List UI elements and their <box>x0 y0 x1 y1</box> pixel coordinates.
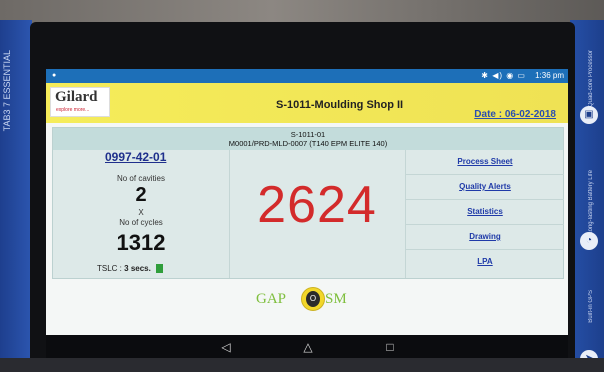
tslc-indicator: TSLC : 3 secs. <box>97 264 164 274</box>
processor-icon: ▣ <box>580 106 598 124</box>
quality-alerts-link[interactable]: Quality Alerts <box>406 175 564 200</box>
page-title: S-1011-Moulding Shop II <box>276 99 404 111</box>
logo-name: Gilard <box>55 89 98 105</box>
status-bar: ● ✱ ◀) ◉ ▭ 1:36 pm <box>46 69 568 83</box>
multiply-sign: X <box>138 208 144 217</box>
total-shot-counter: 2624 <box>257 176 377 234</box>
android-nav-bar: ◁ △ □ <box>46 335 568 359</box>
cavities-value: 2 <box>135 184 147 206</box>
app-screen: ● ✱ ◀) ◉ ▭ 1:36 pm Gilard explore more..… <box>46 69 568 335</box>
tablet-case-right: Quad-core Processor ▣ Long-lasting Batte… <box>570 20 604 372</box>
background-bottom <box>0 358 604 372</box>
back-icon[interactable]: ◁ <box>218 339 234 355</box>
dashboard-panel: S-1011-01 M0001/PRD-MLD-0007 (T140 EPM E… <box>52 127 564 279</box>
tslc-label: TSLC : <box>97 264 122 273</box>
mould-description: M0001/PRD-MLD-0007 (T140 EPM ELITE 140) <box>228 139 388 148</box>
logo-tagline: explore more... <box>56 107 90 113</box>
recents-icon[interactable]: □ <box>382 339 398 355</box>
battery-icon: ◔ <box>580 232 598 250</box>
cycles-value: 1312 <box>116 230 166 255</box>
cavities-label: No of cavities <box>116 174 166 183</box>
tablet-case-left: TAB3 7 ESSENTIAL <box>0 20 32 372</box>
status-ok-icon <box>156 264 164 274</box>
gaposm-logo: GAP O SM <box>256 287 366 313</box>
home-icon[interactable]: △ <box>300 339 316 355</box>
date-label[interactable]: Date : 06-02-2018 <box>474 109 556 120</box>
tslc-value: 3 secs. <box>124 264 151 273</box>
status-time: 1:36 pm <box>535 71 564 80</box>
drawing-link[interactable]: Drawing <box>406 225 564 250</box>
case-feature-battery: Long-lasting Battery Life ◔ <box>572 170 602 250</box>
status-icons: ✱ ◀) ◉ ▭ <box>481 71 526 80</box>
action-links: Process Sheet Quality Alerts Statistics … <box>405 150 564 278</box>
case-brand-text: TAB3 7 ESSENTIAL <box>2 50 12 132</box>
part-number-link[interactable]: 0997-42-01 <box>105 150 166 164</box>
statistics-link[interactable]: Statistics <box>406 200 564 225</box>
process-sheet-link[interactable]: Process Sheet <box>406 150 564 175</box>
counter-panel: 2624 <box>230 150 404 278</box>
case-feature-processor: Quad-core Processor ▣ <box>572 50 602 124</box>
app-header: Gilard explore more... S-1011-Moulding S… <box>46 83 568 123</box>
cycles-label: No of cycles <box>119 218 163 227</box>
machine-code: S-1011-01 <box>290 130 326 139</box>
lpa-link[interactable]: LPA <box>406 250 564 274</box>
production-summary: 0997-42-01 No of cavities 2 X No of cycl… <box>53 150 230 278</box>
notification-icon: ● <box>52 72 57 79</box>
machine-info: S-1011-01 M0001/PRD-MLD-0007 (T140 EPM E… <box>53 128 563 150</box>
company-logo: Gilard explore more... <box>50 87 110 117</box>
